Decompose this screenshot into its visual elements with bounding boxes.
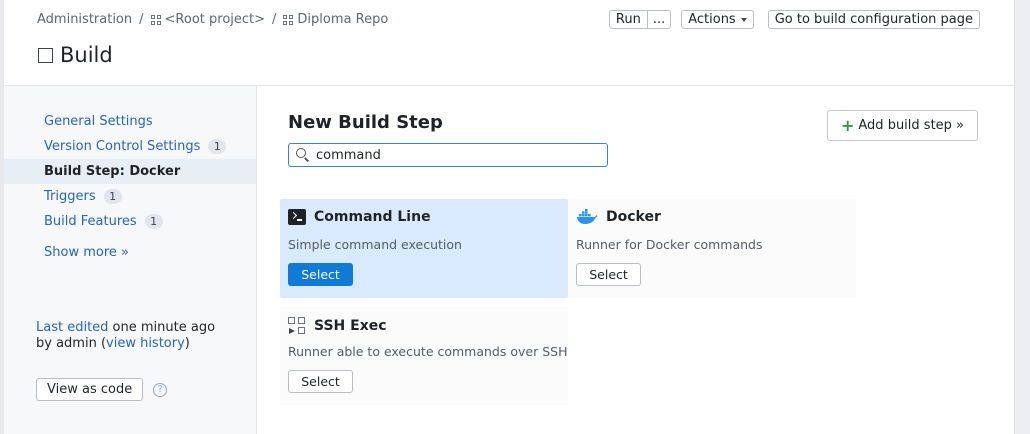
actions-label: Actions bbox=[688, 12, 736, 27]
breadcrumb: Administration / <Root project> / Diplom… bbox=[37, 12, 388, 27]
docker-icon bbox=[577, 209, 598, 224]
last-edited-time: one minute ago bbox=[108, 320, 216, 335]
actions-button[interactable]: Actions bbox=[681, 10, 754, 29]
runner-description: Runner able to execute commands over SSH bbox=[288, 344, 568, 359]
header-toolbar: Run ... Actions Go to build configuratio… bbox=[608, 10, 980, 29]
runner-card-docker[interactable]: Docker Runner for Docker commands Select bbox=[568, 199, 856, 298]
section-title: New Build Step bbox=[288, 112, 443, 133]
settings-sidebar: General Settings Version Control Setting… bbox=[4, 86, 257, 434]
runner-card-ssh-exec[interactable]: SSH Exec Runner able to execute commands… bbox=[280, 307, 568, 405]
runner-name: Command Line bbox=[314, 209, 431, 225]
count-badge: 1 bbox=[103, 189, 122, 204]
sidebar-item-label: Build Features bbox=[44, 214, 137, 229]
view-history-link[interactable]: view history bbox=[106, 336, 185, 351]
runner-search-field[interactable] bbox=[288, 143, 608, 167]
runner-card-header: Command Line bbox=[288, 209, 431, 225]
go-to-build-configuration-button[interactable]: Go to build configuration page bbox=[767, 10, 980, 29]
add-build-step-button[interactable]: + Add build step » bbox=[826, 110, 978, 141]
select-ssh-exec-button[interactable]: Select bbox=[288, 370, 353, 393]
runner-card-command-line[interactable]: Command Line Simple command execution Se… bbox=[280, 199, 568, 298]
main-content: New Build Step + Add build step » Comman… bbox=[258, 86, 1014, 434]
sidebar-item-label: Build Step: Docker bbox=[44, 164, 181, 179]
plus-icon: + bbox=[840, 115, 855, 135]
edited-by-text: by admin ( bbox=[36, 336, 107, 351]
run-button[interactable]: Run bbox=[608, 10, 648, 29]
settings-nav: General Settings Version Control Setting… bbox=[4, 109, 256, 265]
sidebar-item-label: General Settings bbox=[44, 114, 153, 129]
run-button-group: Run ... bbox=[608, 10, 672, 29]
count-badge: 1 bbox=[208, 139, 227, 154]
select-docker-button[interactable]: Select bbox=[576, 263, 641, 286]
runner-name: Docker bbox=[606, 209, 661, 225]
project-icon bbox=[150, 14, 161, 25]
sidebar-item-general-settings[interactable]: General Settings bbox=[4, 109, 256, 134]
view-as-code-button[interactable]: View as code bbox=[36, 378, 144, 401]
sidebar-item-label: Version Control Settings bbox=[44, 139, 201, 154]
run-custom-button[interactable]: ... bbox=[647, 10, 672, 29]
build-type-icon bbox=[38, 47, 53, 63]
terminal-icon bbox=[288, 209, 306, 225]
count-badge: 1 bbox=[144, 214, 163, 229]
select-command-line-button[interactable]: Select bbox=[288, 263, 353, 286]
last-edited-info: Last edited one minute ago by admin (vie… bbox=[36, 320, 246, 352]
page-header: Administration / <Root project> / Diplom… bbox=[4, 0, 1014, 86]
sidebar-item-version-control-settings[interactable]: Version Control Settings 1 bbox=[4, 134, 256, 159]
last-edited-link[interactable]: Last edited bbox=[36, 320, 108, 335]
view-as-code-row: View as code ? bbox=[36, 378, 168, 401]
search-input[interactable] bbox=[316, 147, 596, 163]
project-icon bbox=[283, 14, 294, 25]
ssh-exec-icon bbox=[288, 317, 306, 335]
chevron-down-icon bbox=[740, 17, 747, 22]
close-paren: ) bbox=[184, 336, 190, 351]
breadcrumb-separator: / bbox=[272, 12, 277, 27]
breadcrumb-root-project[interactable]: <Root project> bbox=[165, 12, 266, 27]
runner-name: SSH Exec bbox=[314, 318, 387, 334]
add-build-step-label: Add build step » bbox=[858, 118, 964, 133]
breadcrumb-diploma-repo[interactable]: Diploma Repo bbox=[297, 12, 388, 27]
sidebar-item-label: Triggers bbox=[44, 189, 96, 204]
sidebar-item-build-features[interactable]: Build Features 1 bbox=[4, 209, 256, 234]
page-title-row: Build bbox=[38, 43, 113, 67]
sidebar-item-build-step-docker[interactable]: Build Step: Docker bbox=[4, 159, 256, 184]
runner-card-header: Docker bbox=[576, 209, 661, 225]
show-more-link[interactable]: Show more » bbox=[4, 240, 256, 265]
page-title: Build bbox=[60, 43, 113, 67]
page-scrollbar[interactable] bbox=[1014, 0, 1030, 434]
runner-card-header: SSH Exec bbox=[288, 317, 387, 335]
runner-description: Runner for Docker commands bbox=[576, 237, 763, 252]
runner-description: Simple command execution bbox=[288, 237, 462, 252]
breadcrumb-separator: / bbox=[139, 12, 144, 27]
help-icon[interactable]: ? bbox=[153, 382, 168, 397]
sidebar-item-triggers[interactable]: Triggers 1 bbox=[4, 184, 256, 209]
breadcrumb-administration[interactable]: Administration bbox=[37, 12, 132, 27]
search-icon bbox=[296, 148, 310, 162]
